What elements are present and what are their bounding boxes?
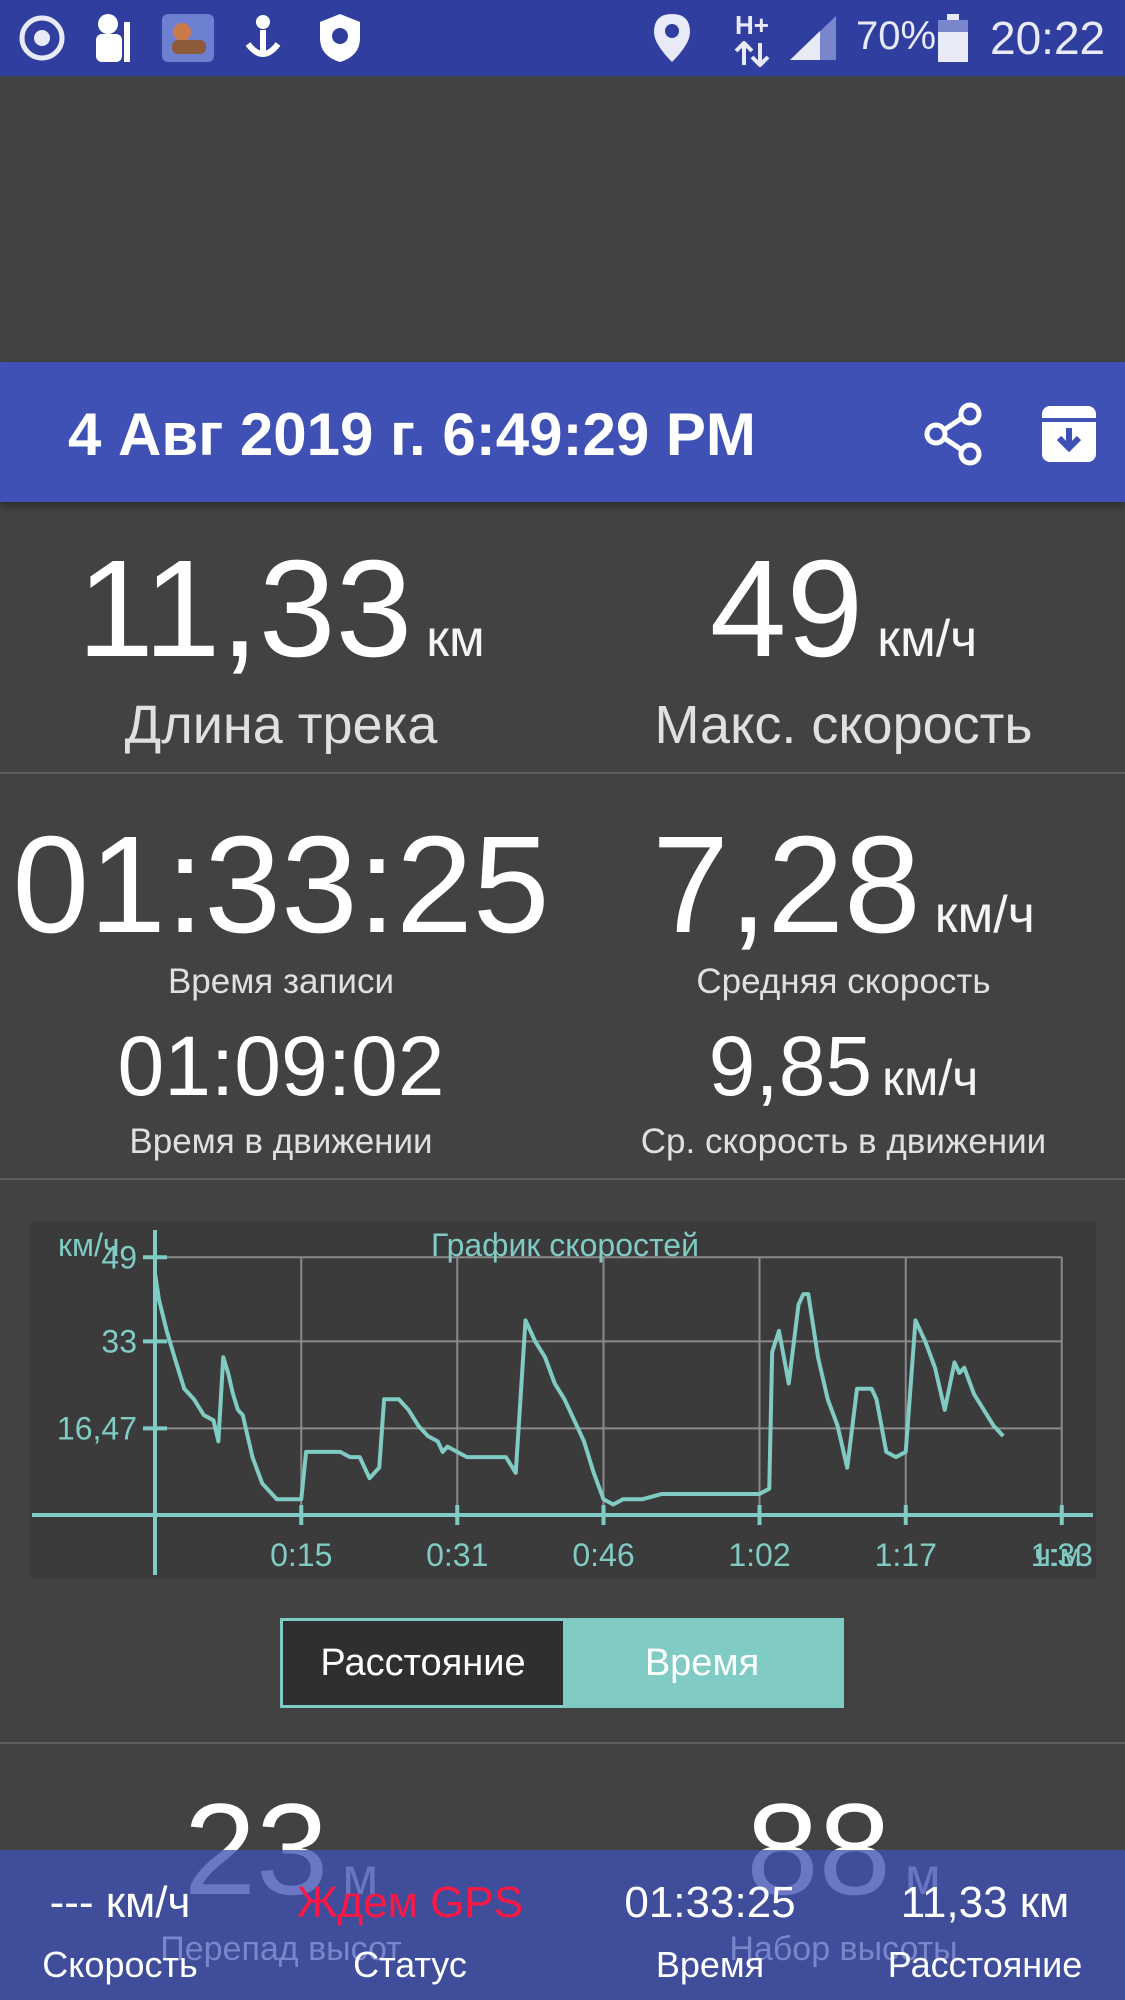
gps-status-label: Статус: [353, 1944, 467, 1985]
x-tick-label: 1:02: [728, 1537, 790, 1573]
location-pin-icon: [654, 14, 690, 62]
gps-status-value: Ждем GPS: [296, 1878, 524, 1927]
moving-time-value: 01:09:02: [117, 1019, 445, 1113]
chart-labels: 493316,470:15 0:31 0:46 1:02 1:17 1:33: [57, 1239, 1093, 1573]
divider: [0, 772, 1125, 774]
moving-time-label: Время в движении: [129, 1122, 433, 1161]
app-icon-centaur: [162, 14, 214, 62]
max-speed-unit: км/ч: [877, 610, 978, 668]
avg-speed-value: 7,28: [652, 808, 921, 962]
target-icon: [19, 15, 65, 61]
live-time-value: 01:33:25: [624, 1878, 796, 1927]
live-distance-label: Расстояние: [887, 1944, 1083, 1985]
chart-ylabel: км/ч: [58, 1227, 120, 1263]
signal-icon: [790, 16, 836, 60]
avg-speed-stat: 7,28 км/ч: [562, 816, 1125, 954]
record-time-value: 01:33:25: [12, 808, 550, 962]
moving-avg-speed-stat: 9,85 км/ч: [562, 1024, 1125, 1108]
app-icon-anchor: [245, 15, 281, 57]
live-distance-value: 11,33 км: [900, 1878, 1070, 1927]
toggle-time[interactable]: Время: [563, 1621, 841, 1705]
chart-lines: [153, 1272, 1005, 1507]
network-type: H+: [735, 10, 769, 40]
chart-title: График скоростей: [431, 1227, 699, 1263]
x-tick-label: 0:15: [270, 1537, 332, 1573]
track-length-unit: км: [426, 610, 485, 668]
divider: [0, 1178, 1125, 1180]
track-length-value: 11,33: [77, 532, 413, 686]
moving-avg-speed-label: Ср. скорость в движении: [640, 1122, 1047, 1161]
live-speed-label: Скорость: [42, 1944, 198, 1985]
y-tick-label: 16,47: [57, 1410, 137, 1446]
max-speed-value: 49: [709, 532, 864, 686]
track-date-title: 4 Авг 2019 г. 6:49:29 PM: [68, 401, 756, 468]
x-tick-label: 0:31: [426, 1537, 488, 1573]
battery-percent: 70%: [856, 14, 937, 58]
clock: 20:22: [990, 12, 1106, 64]
track-header: 4 Авг 2019 г. 6:49:29 PM: [0, 362, 1125, 502]
divider: [0, 1742, 1125, 1744]
battery-icon: [938, 14, 968, 62]
y-tick-label: 33: [101, 1323, 137, 1359]
max-speed-stat: 49 км/ч: [562, 540, 1125, 678]
avg-speed-label: Средняя скорость: [696, 962, 991, 1001]
speed-series-line: [153, 1272, 1005, 1507]
moving-time-stat: 01:09:02: [0, 1024, 562, 1108]
chart-axes: [32, 1230, 1093, 1575]
app-icon-shield: [320, 14, 360, 62]
moving-avg-speed-value: 9,85: [708, 1019, 873, 1113]
live-speed-value: --- км/ч: [49, 1878, 191, 1927]
avg-speed-unit: км/ч: [934, 886, 1035, 944]
track-length-label: Длина трека: [124, 695, 438, 755]
share-icon[interactable]: [922, 402, 986, 466]
data-arrows-icon: [734, 40, 770, 68]
live-time-label: Время: [655, 1944, 765, 1985]
archive-download-icon[interactable]: [1040, 402, 1098, 464]
record-time-stat: 01:33:25: [0, 816, 562, 954]
chart-xlabel: ч:м: [1034, 1537, 1082, 1573]
status-bar: H+ 70% 20:22: [0, 0, 1125, 76]
moving-avg-speed-unit: км/ч: [882, 1050, 979, 1106]
empty-top-area: [0, 76, 1125, 362]
chart-mode-toggle: Расстояние Время: [280, 1618, 844, 1708]
app-icon-man: [96, 14, 130, 62]
chart-grid: [155, 1256, 1063, 1515]
network-hplus-icon: H+: [730, 10, 774, 68]
toggle-distance[interactable]: Расстояние: [283, 1621, 563, 1705]
x-tick-label: 0:46: [572, 1537, 634, 1573]
track-length-stat: 11,33 км: [0, 540, 562, 678]
record-time-label: Время записи: [167, 962, 395, 1001]
max-speed-label: Макс. скорость: [654, 695, 1033, 755]
x-tick-label: 1:17: [875, 1537, 937, 1573]
speed-chart: 493316,470:15 0:31 0:46 1:02 1:17 1:33 км/ч Г…: [32, 1227, 1093, 1575]
